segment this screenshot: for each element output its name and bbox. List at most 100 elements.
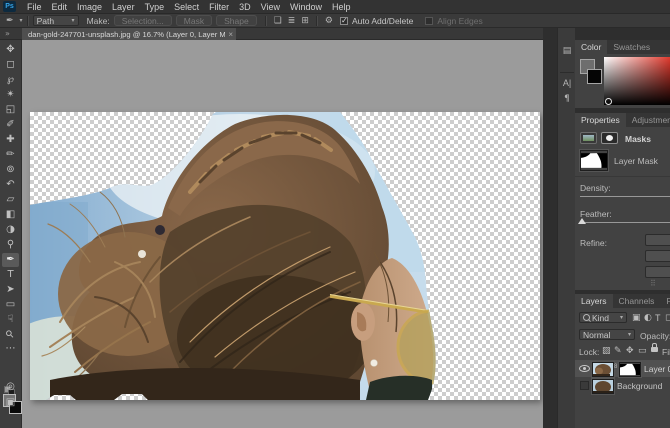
background-color-swatch[interactable]: [587, 69, 602, 84]
filter-adjustment-layers-icon[interactable]: ◐: [644, 314, 652, 323]
menu-file[interactable]: File: [22, 2, 47, 12]
layer-thumbnail[interactable]: [592, 379, 614, 394]
edit-toolbar-button[interactable]: ⋯: [2, 342, 19, 356]
pen-mode-select[interactable]: Path ▾: [33, 15, 79, 26]
dodge-tool[interactable]: ⚲: [2, 238, 19, 252]
tool-preset-dropdown-icon[interactable]: ▾: [20, 17, 23, 24]
gradient-tool[interactable]: ◧: [2, 208, 19, 222]
color-spectrum-picker[interactable]: [604, 57, 670, 105]
character-panel-icon[interactable]: A|: [558, 78, 576, 88]
menu-select[interactable]: Select: [169, 2, 204, 12]
type-tool[interactable]: T: [2, 268, 19, 282]
menu-help[interactable]: Help: [327, 2, 356, 12]
path-alignment-icon[interactable]: ≣: [288, 16, 296, 26]
make-mask-button[interactable]: Mask: [176, 15, 212, 26]
gear-icon[interactable]: ⚙: [325, 16, 333, 26]
quick-mask-mode-button[interactable]: ◎: [2, 380, 19, 394]
move-tool[interactable]: ✥: [2, 43, 19, 57]
paragraph-panel-icon[interactable]: ¶: [558, 94, 576, 104]
menu-3d[interactable]: 3D: [234, 2, 256, 12]
pen-tool-preset-icon[interactable]: ✒: [6, 16, 14, 26]
document-tab-bar: » dan-gold-247701-unsplash.jpg @ 16.7% (…: [0, 28, 555, 40]
lock-all-icon[interactable]: [651, 347, 658, 352]
tab-properties[interactable]: Properties: [575, 113, 626, 127]
lock-position-icon[interactable]: ✥: [626, 347, 634, 356]
layer-row-layer-0[interactable]: 8 Layer 0: [575, 360, 670, 377]
tab-color[interactable]: Color: [575, 40, 607, 54]
history-brush-tool[interactable]: ↶: [2, 178, 19, 192]
feather-slider[interactable]: [580, 222, 670, 223]
color-panel: [575, 54, 670, 108]
separator: [27, 16, 29, 26]
visibility-toggle-hidden[interactable]: [580, 381, 589, 390]
select-and-mask-button[interactable]: Select: [645, 234, 670, 246]
lasso-tool[interactable]: ℘: [2, 73, 19, 87]
shape-tool[interactable]: ▭: [2, 298, 19, 312]
fill-label: Fill:: [662, 347, 670, 357]
vector-mask-icon[interactable]: [601, 132, 618, 144]
brush-tool[interactable]: ✏: [2, 148, 19, 162]
eyedropper-tool[interactable]: ✐: [2, 118, 19, 132]
toolbar-collapse-icon[interactable]: »: [5, 29, 10, 38]
tab-channels[interactable]: Channels: [613, 294, 661, 308]
layer-mask-thumbnail[interactable]: [619, 362, 641, 377]
align-edges-checkbox[interactable]: [425, 17, 433, 25]
marquee-tool[interactable]: ◻: [2, 58, 19, 72]
filter-type-layers-icon[interactable]: T: [655, 314, 661, 323]
layer-filter-kind-select[interactable]: Kind ▾: [579, 312, 627, 323]
feather-slider-thumb[interactable]: [578, 218, 586, 224]
menu-window[interactable]: Window: [285, 2, 327, 12]
visibility-eye-icon[interactable]: [579, 365, 590, 372]
invert-button[interactable]: [645, 266, 670, 278]
path-operations-icon[interactable]: ❏: [274, 16, 282, 26]
panel-column: Color Swatches Properties Adjustments Ma…: [575, 28, 670, 428]
healing-brush-tool[interactable]: ✚: [2, 133, 19, 147]
pixel-mask-icon[interactable]: [580, 132, 597, 144]
panel-resize-grip[interactable]: ⠿: [650, 279, 656, 288]
screen-mode-button[interactable]: ▣: [2, 396, 19, 410]
layer-row-background[interactable]: Background: [575, 377, 670, 394]
layer-mask-thumbnail[interactable]: [580, 150, 608, 171]
menu-edit[interactable]: Edit: [47, 2, 73, 12]
make-selection-button[interactable]: Selection...: [114, 15, 172, 26]
clone-stamp-tool[interactable]: ⊚: [2, 163, 19, 177]
tab-swatches[interactable]: Swatches: [607, 40, 656, 54]
lock-artboard-icon[interactable]: ▭: [638, 347, 647, 356]
path-selection-tool[interactable]: ➤: [2, 283, 19, 297]
close-tab-icon[interactable]: ×: [228, 30, 233, 39]
menu-layer[interactable]: Layer: [107, 2, 140, 12]
crop-tool[interactable]: ◱: [2, 103, 19, 117]
make-shape-button[interactable]: Shape: [216, 15, 257, 26]
lock-transparency-icon[interactable]: ▨: [602, 347, 611, 356]
lock-paint-icon[interactable]: ✎: [614, 347, 622, 356]
color-range-button[interactable]: Colo: [645, 250, 670, 262]
auto-add-delete-checkbox[interactable]: [340, 17, 348, 25]
menu-view[interactable]: View: [256, 2, 285, 12]
mask-link-icon[interactable]: 8: [614, 364, 617, 370]
hand-tool[interactable]: ☟: [2, 313, 19, 327]
menu-type[interactable]: Type: [140, 2, 170, 12]
color-panel-tabs: Color Swatches: [575, 40, 670, 54]
search-icon: [583, 314, 590, 321]
quick-selection-tool[interactable]: ✴: [2, 88, 19, 102]
color-picker-marker[interactable]: [605, 98, 612, 105]
filter-pixel-layers-icon[interactable]: ▣: [632, 314, 641, 323]
brush-settings-panel-icon[interactable]: ▤: [558, 46, 576, 56]
tab-paths[interactable]: Paths: [660, 294, 670, 308]
path-arrangement-icon[interactable]: ⊞: [301, 16, 309, 26]
layer-thumbnail[interactable]: [592, 362, 614, 377]
menu-image[interactable]: Image: [72, 2, 107, 12]
zoom-tool[interactable]: ⚲: [2, 328, 19, 342]
pen-tool[interactable]: ✒: [2, 253, 19, 267]
filter-shape-layers-icon[interactable]: ◻: [665, 314, 670, 323]
blur-tool[interactable]: ◑: [2, 223, 19, 237]
photo-earring: [371, 360, 378, 367]
blend-mode-select[interactable]: Normal ▾: [579, 329, 635, 340]
tab-layers[interactable]: Layers: [575, 294, 613, 308]
menu-filter[interactable]: Filter: [204, 2, 234, 12]
document-tab[interactable]: dan-gold-247701-unsplash.jpg @ 16.7% (La…: [22, 28, 236, 40]
density-slider[interactable]: [580, 196, 670, 197]
canvas-document[interactable]: [30, 112, 540, 400]
tab-adjustments[interactable]: Adjustments: [626, 113, 670, 127]
eraser-tool[interactable]: ▱: [2, 193, 19, 207]
